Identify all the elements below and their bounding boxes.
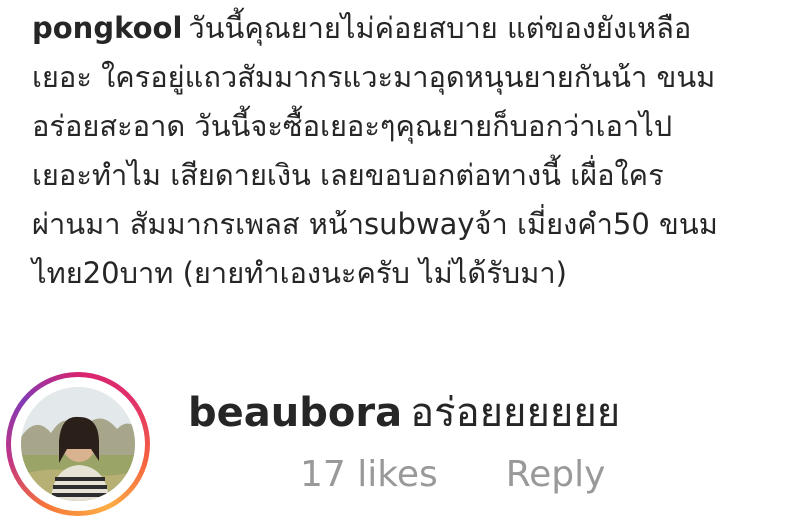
caption-line: เยอะ ใครอยู่แถวสัมมากรแวะมาอุดหนุนยายกัน… bbox=[32, 60, 716, 94]
comment-item: beaubora อร่อยยยยยย 17 likes Reply bbox=[0, 362, 800, 516]
post-username[interactable]: pongkool bbox=[32, 11, 182, 45]
caption-line: ไทย20บาท (ยายทำเองนะครับ ไม่ได้รับมา) bbox=[32, 256, 567, 290]
avatar-border bbox=[11, 377, 145, 511]
caption-line: ผ่านมา สัมมากรเพลส หน้าsubwayจ้า เมี่ยงค… bbox=[32, 207, 718, 241]
avatar-photo bbox=[21, 387, 135, 501]
reply-button[interactable]: Reply bbox=[506, 454, 606, 495]
comment-text: อร่อยยยยยย bbox=[410, 390, 621, 436]
caption-line: เยอะทำไม เสียดายเงิน เลยขอบอกต่อทางนี้ เ… bbox=[32, 158, 664, 192]
story-ring[interactable] bbox=[6, 372, 150, 516]
comment-username[interactable]: beaubora bbox=[188, 390, 402, 436]
user-avatar-icon[interactable] bbox=[21, 387, 135, 501]
post-caption: pongkool วันนี้คุณยายไม่ค่อยสบาย แต่ของยั… bbox=[32, 4, 792, 298]
caption-line: อร่อยสะอาด วันนี้จะซื้อเยอะๆคุณยายก็บอกว… bbox=[32, 109, 673, 143]
caption-text: วันนี้คุณยายไม่ค่อยสบาย แต่ของยังเหลือ bbox=[188, 11, 692, 45]
comment-meta: 17 likes Reply bbox=[300, 454, 605, 495]
likes-count[interactable]: 17 likes bbox=[300, 454, 438, 495]
comment-body: beaubora อร่อยยยยยย bbox=[188, 380, 620, 444]
caption-line: pongkool วันนี้คุณยายไม่ค่อยสบาย แต่ของยั… bbox=[32, 4, 792, 53]
